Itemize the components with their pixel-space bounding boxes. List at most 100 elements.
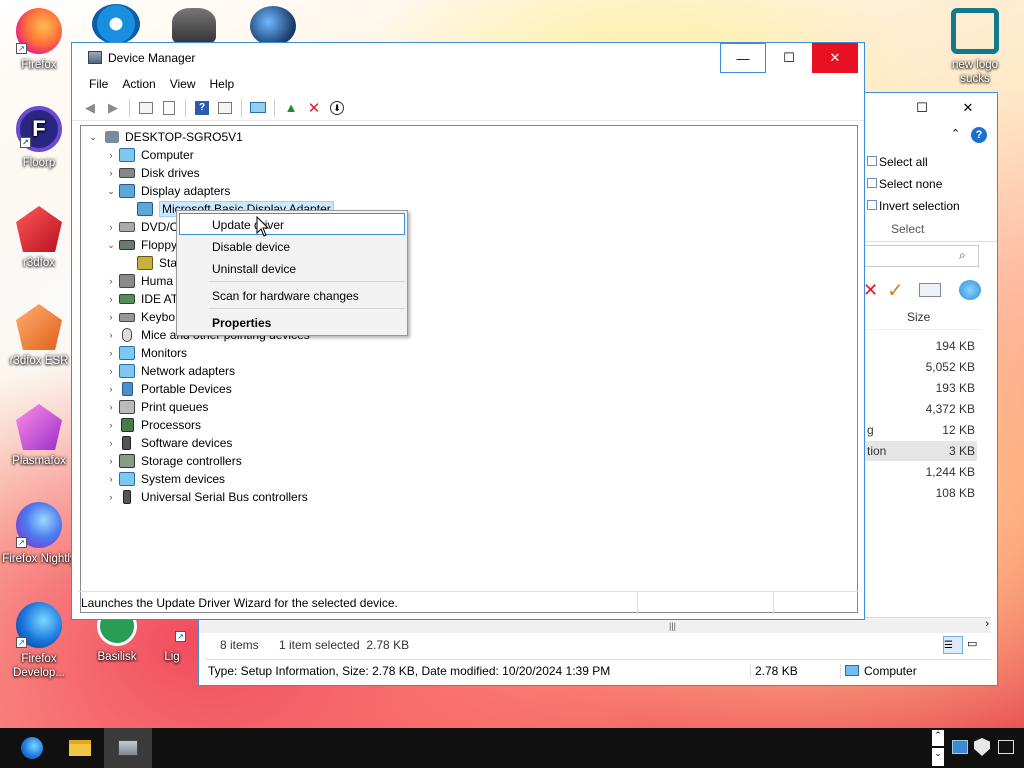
minimize-button[interactable]: — — [720, 43, 766, 73]
desktop-icon-firefox-nightly[interactable]: ↗ Firefox Nightly — [2, 502, 76, 566]
collapse-icon[interactable]: ⌄ — [103, 240, 119, 251]
collapse-ribbon-icon[interactable]: ⌃ — [951, 127, 960, 140]
collapse-icon[interactable]: ⌄ — [85, 132, 101, 143]
uninstall-icon[interactable]: ✕ — [304, 98, 324, 118]
scroll-right-icon[interactable]: › — [985, 618, 989, 630]
menu-action[interactable]: Action — [115, 77, 162, 91]
tree-item-storage-controllers[interactable]: › Storage controllers — [103, 452, 242, 470]
select-all-button[interactable]: Select all — [867, 155, 928, 169]
desktop-icon-firefox-developer[interactable]: ↗ Firefox Develop... — [2, 602, 76, 680]
help-icon[interactable]: ? — [971, 127, 987, 143]
expand-icon[interactable]: › — [103, 474, 119, 484]
tree-root[interactable]: ⌄ DESKTOP-SGRO5V1 — [85, 128, 243, 146]
scroll-thumb-grip[interactable]: ||| — [669, 621, 676, 631]
tree-item-disk-drives[interactable]: › Disk drives — [103, 164, 200, 182]
toolbar-separator — [129, 98, 130, 117]
browser-icon[interactable] — [92, 4, 140, 44]
tree-item-network-adapters[interactable]: › Network adapters — [103, 362, 235, 380]
tree-item-processors[interactable]: › Processors — [103, 416, 201, 434]
taskbar-file-explorer[interactable] — [56, 728, 104, 768]
column-header-size[interactable]: Size — [907, 310, 930, 324]
tree-item-usb-controllers[interactable]: › Universal Serial Bus controllers — [103, 488, 308, 506]
network-icon[interactable] — [959, 280, 981, 300]
tray-action-center-icon[interactable] — [998, 740, 1014, 754]
tree-item-dvd-cd[interactable]: › DVD/C — [103, 218, 179, 236]
details-view-button[interactable]: ☰ — [943, 636, 963, 654]
delete-icon[interactable]: ✕ — [863, 280, 878, 301]
properties-menu-item[interactable]: Properties — [179, 311, 405, 333]
raccoon-icon[interactable] — [172, 8, 216, 44]
tray-scroll-down-icon[interactable]: ⌄ — [932, 748, 944, 766]
tree-item-floppy[interactable]: ⌄ Floppy — [103, 236, 177, 254]
menu-help[interactable]: Help — [203, 77, 242, 91]
invert-selection-button[interactable]: Invert selection — [867, 199, 960, 213]
expand-icon[interactable]: › — [103, 276, 119, 286]
expand-icon[interactable]: › — [103, 438, 119, 448]
desktop-icon-r3dfox-esr[interactable]: r3dfox ESR — [2, 304, 76, 368]
update-driver-icon[interactable]: ▲ — [281, 98, 301, 118]
expand-icon[interactable]: › — [103, 150, 119, 160]
globe-icon[interactable] — [250, 6, 296, 46]
scan-hardware-menu-item[interactable]: Scan for hardware changes — [179, 284, 405, 306]
forward-icon[interactable]: ▶ — [103, 98, 123, 118]
rename-icon[interactable] — [919, 283, 941, 297]
desktop-icon-floorp[interactable]: F ↗ Floorp — [2, 106, 76, 170]
ribbon-group-label: Select — [891, 222, 925, 236]
desktop-icon-plasmafox[interactable]: Plasmafox — [2, 404, 76, 468]
help-icon[interactable]: ? — [192, 98, 212, 118]
tray-scroll-up-icon[interactable]: ⌃ — [932, 730, 944, 746]
select-none-button[interactable]: Select none — [867, 177, 942, 191]
tree-item-portable-devices[interactable]: › Portable Devices — [103, 380, 232, 398]
desktop-icon-r3dfox[interactable]: r3dfox — [2, 206, 76, 270]
tree-item-human-interface[interactable]: › Huma — [103, 272, 173, 290]
uninstall-device-menu-item[interactable]: Uninstall device — [179, 257, 405, 279]
tree-item-computer[interactable]: › Computer — [103, 146, 194, 164]
desktop-icon-firefox[interactable]: ↗ Firefox — [2, 8, 76, 72]
expand-icon[interactable]: › — [103, 294, 119, 304]
tree-item-ide-ata[interactable]: › IDE AT — [103, 290, 179, 308]
device-tree[interactable]: ⌄ DESKTOP-SGRO5V1 › Computer › Disk driv… — [80, 125, 858, 613]
expand-icon[interactable]: › — [103, 420, 119, 430]
back-icon[interactable]: ◀ — [80, 98, 100, 118]
desktop-icon-new-logo[interactable]: new logo sucks — [938, 8, 1012, 86]
maximize-button[interactable]: ☐ — [899, 93, 945, 123]
expand-icon[interactable]: › — [103, 168, 119, 178]
expand-icon[interactable]: › — [103, 402, 119, 412]
checkmark-icon[interactable]: ✓ — [887, 278, 904, 303]
show-hide-console-tree-icon[interactable] — [136, 98, 156, 118]
expand-icon[interactable]: › — [103, 366, 119, 376]
properties-icon[interactable] — [159, 98, 179, 118]
collapse-icon[interactable]: ⌄ — [103, 186, 119, 197]
tree-item-print-queues[interactable]: › Print queues — [103, 398, 208, 416]
expand-icon[interactable]: › — [103, 348, 119, 358]
large-icons-view-button[interactable]: ▭ — [967, 636, 987, 654]
action-pane-icon[interactable] — [215, 98, 235, 118]
expand-icon[interactable]: › — [103, 330, 119, 340]
tray-security-icon[interactable] — [974, 738, 990, 756]
scan-hardware-icon[interactable] — [248, 98, 268, 118]
menu-view[interactable]: View — [163, 77, 203, 91]
taskbar-device-manager[interactable] — [104, 728, 152, 768]
titlebar[interactable]: Device Manager — ☐ ✕ — [72, 43, 864, 73]
taskbar-firefox-developer[interactable] — [8, 728, 56, 768]
update-driver-menu-item[interactable]: Update driver — [179, 213, 405, 235]
tree-item-keyboards[interactable]: › Keybo — [103, 308, 176, 326]
tree-item-system-devices[interactable]: › System devices — [103, 470, 225, 488]
expand-icon[interactable]: › — [103, 222, 119, 232]
close-button[interactable]: ✕ — [812, 43, 858, 73]
tree-item-display-adapters[interactable]: ⌄ Display adapters — [103, 182, 230, 200]
printer-icon — [119, 400, 135, 414]
expand-icon[interactable]: › — [103, 312, 119, 322]
disable-device-icon[interactable]: ⬇ — [327, 98, 347, 118]
maximize-button[interactable]: ☐ — [766, 43, 812, 73]
tree-item-monitors[interactable]: › Monitors — [103, 344, 187, 362]
close-button[interactable]: ✕ — [945, 93, 991, 123]
tree-item-software-devices[interactable]: › Software devices — [103, 434, 232, 452]
expand-icon[interactable]: › — [103, 456, 119, 466]
disable-device-menu-item[interactable]: Disable device — [179, 235, 405, 257]
tree-item-standard-floppy[interactable]: Sta — [121, 254, 177, 272]
menu-file[interactable]: File — [82, 77, 115, 91]
expand-icon[interactable]: › — [103, 492, 119, 502]
expand-icon[interactable]: › — [103, 384, 119, 394]
tray-network-icon[interactable] — [952, 740, 968, 754]
